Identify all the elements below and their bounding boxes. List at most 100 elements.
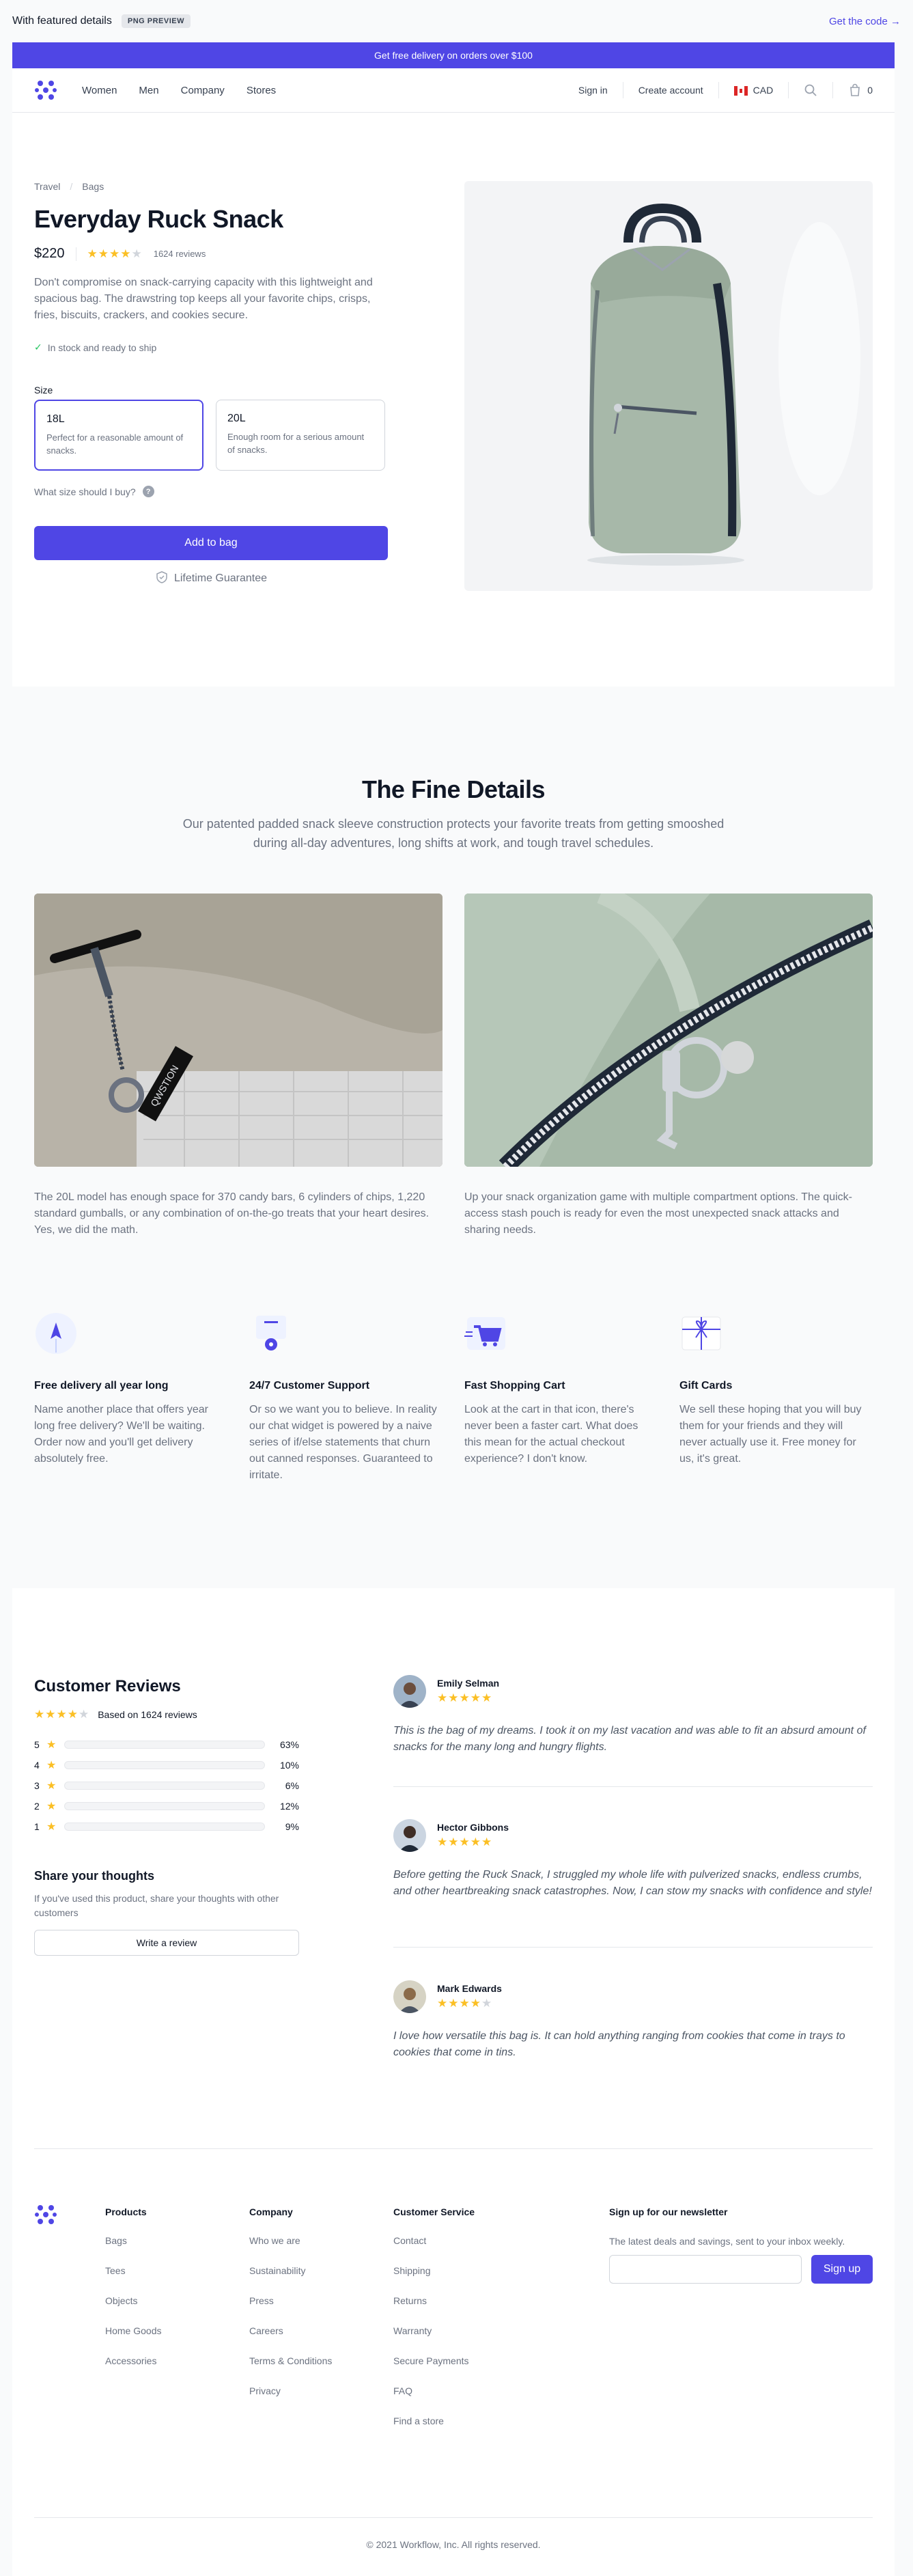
details-subtitle: Our patented padded snack sleeve constru… [182,817,725,850]
review-text: This is the bag of my dreams. I took it … [393,1725,866,1753]
avatar [393,1675,426,1708]
rating-stars-level: 3 [34,1780,40,1791]
size-description: Perfect for a reasonable amount of snack… [46,432,184,456]
nav-link-women[interactable]: Women [82,85,117,96]
star-icon: ★ [46,1739,57,1751]
review-author: Mark Edwards [437,1983,502,1994]
footer-link[interactable]: Press [249,2295,332,2306]
footer-link[interactable]: Home Goods [105,2325,161,2336]
footer-link[interactable]: Objects [105,2295,161,2306]
product-image [464,181,873,591]
page-frame: Get free delivery on orders over $100 Wo… [12,42,895,2576]
review-text: I love how versatile this bag is. It can… [393,2030,845,2058]
question-icon: ? [142,486,154,497]
feature-text: Or so we want you to believe. In reality… [249,1404,437,1481]
footer-link[interactable]: Tees [105,2265,161,2276]
breadcrumb: Travel / Bags [34,181,104,192]
add-to-bag-button[interactable]: Add to bag [34,526,388,560]
footer-link[interactable]: Find a store [393,2415,475,2426]
nav-link-company[interactable]: Company [181,85,225,96]
size-name: 18L [46,413,65,425]
divider [34,2517,873,2518]
workflow-logo-icon[interactable] [34,79,57,102]
footer-link[interactable]: Contact [393,2235,475,2246]
shopping-bag-icon [850,83,860,96]
star-icon: ★ [46,1760,57,1771]
search-icon[interactable] [804,83,817,97]
chat-support-icon [249,1312,293,1355]
main-nav: Women Men Company Stores Sign in Create … [12,68,895,113]
size-label: Size [34,385,53,396]
feature-title: 24/7 Customer Support [249,1380,370,1391]
divider [393,1947,873,1948]
png-preview-badge: PNG PREVIEW [121,14,191,28]
footer-link[interactable]: Returns [393,2295,475,2306]
promo-text: Get free delivery on orders over $100 [374,50,533,61]
newsletter-signup-button[interactable]: Sign up [811,2255,873,2284]
review-item: Emily Selman ★★★★★ This is the bag of my … [393,1675,873,1756]
star-icon: ★ [46,1801,57,1812]
newsletter-text: The latest deals and savings, sent to yo… [609,2236,845,2247]
rating-bar [64,1741,265,1749]
size-help-text: What size should I buy? [34,486,136,497]
newsletter-email-input[interactable] [609,2255,802,2284]
footer-link[interactable]: Shipping [393,2265,475,2276]
lifetime-guarantee[interactable]: Lifetime Guarantee [34,570,388,585]
footer-link[interactable]: Careers [249,2325,332,2336]
copyright: © 2021 Workflow, Inc. All rights reserve… [366,2539,541,2550]
footer-column-title: Customer Service [393,2206,475,2217]
create-account-link[interactable]: Create account [638,85,703,96]
size-help-link[interactable]: What size should I buy? ? [34,486,154,497]
review-stars: ★★★★★ [437,1691,493,1704]
footer-link[interactable]: Privacy [249,2385,332,2396]
share-title: Share your thoughts [34,1869,155,1883]
reviews-title: Customer Reviews [34,1677,181,1695]
cart-button[interactable]: 0 [848,83,873,97]
currency-selector[interactable]: CAD [733,84,774,96]
reviews-count[interactable]: 1624 reviews [154,249,206,259]
footer-link[interactable]: Terms & Conditions [249,2355,332,2366]
footer-link[interactable]: Who we are [249,2235,332,2246]
breadcrumb-separator: / [70,181,73,192]
nav-link-men[interactable]: Men [139,85,158,96]
footer-link[interactable]: Sustainability [249,2265,332,2276]
rating-stars-level: 5 [34,1739,40,1750]
footer-link[interactable]: Accessories [105,2355,161,2366]
write-review-button[interactable]: Write a review [34,1930,299,1956]
divider [34,2148,873,2149]
get-code-link[interactable]: Get the code → [829,16,901,27]
footer-link[interactable]: Secure Payments [393,2355,475,2366]
nav-link-stores[interactable]: Stores [247,85,276,96]
workflow-logo-icon[interactable] [34,2203,57,2226]
rating-stars-level: 1 [34,1821,40,1832]
footer-link[interactable]: Bags [105,2235,161,2246]
breadcrumb-travel[interactable]: Travel [34,181,60,192]
feature-title: Fast Shopping Cart [464,1380,565,1391]
canada-flag-icon [733,86,748,96]
stock-text: In stock and ready to ship [47,342,157,353]
rating-stars-level: 4 [34,1760,40,1771]
feature-text: Look at the cart in that icon, there's n… [464,1404,638,1465]
rating-bar [64,1782,265,1790]
fine-details-section: The Fine Details Our patented padded sna… [12,687,895,1588]
currency-label: CAD [753,84,774,96]
rating-bar [64,1761,265,1769]
share-text: If you've used this product, share your … [34,1893,279,1918]
footer-link[interactable]: FAQ [393,2385,475,2396]
rating-stars-level: 2 [34,1801,40,1812]
breadcrumb-bags[interactable]: Bags [82,181,104,192]
sign-in-link[interactable]: Sign in [578,85,608,96]
review-author: Emily Selman [437,1678,500,1689]
size-option-20l[interactable]: 20L Enough room for a serious amount of … [216,400,385,471]
preview-title: With featured details [12,15,112,27]
reviews-summary: ★★★★★ Based on 1624 reviews [34,1708,197,1721]
footer-link[interactable]: Warranty [393,2325,475,2336]
feature-title: Gift Cards [679,1380,733,1391]
size-option-18l[interactable]: 18L Perfect for a reasonable amount of s… [34,400,203,471]
rating-row: 2 ★ 12% [34,1799,299,1813]
cart-count: 0 [867,85,873,96]
avatar [393,1819,426,1852]
divider [393,1786,873,1787]
delivery-rocket-icon [34,1312,78,1355]
newsletter-title: Sign up for our newsletter [609,2206,728,2217]
